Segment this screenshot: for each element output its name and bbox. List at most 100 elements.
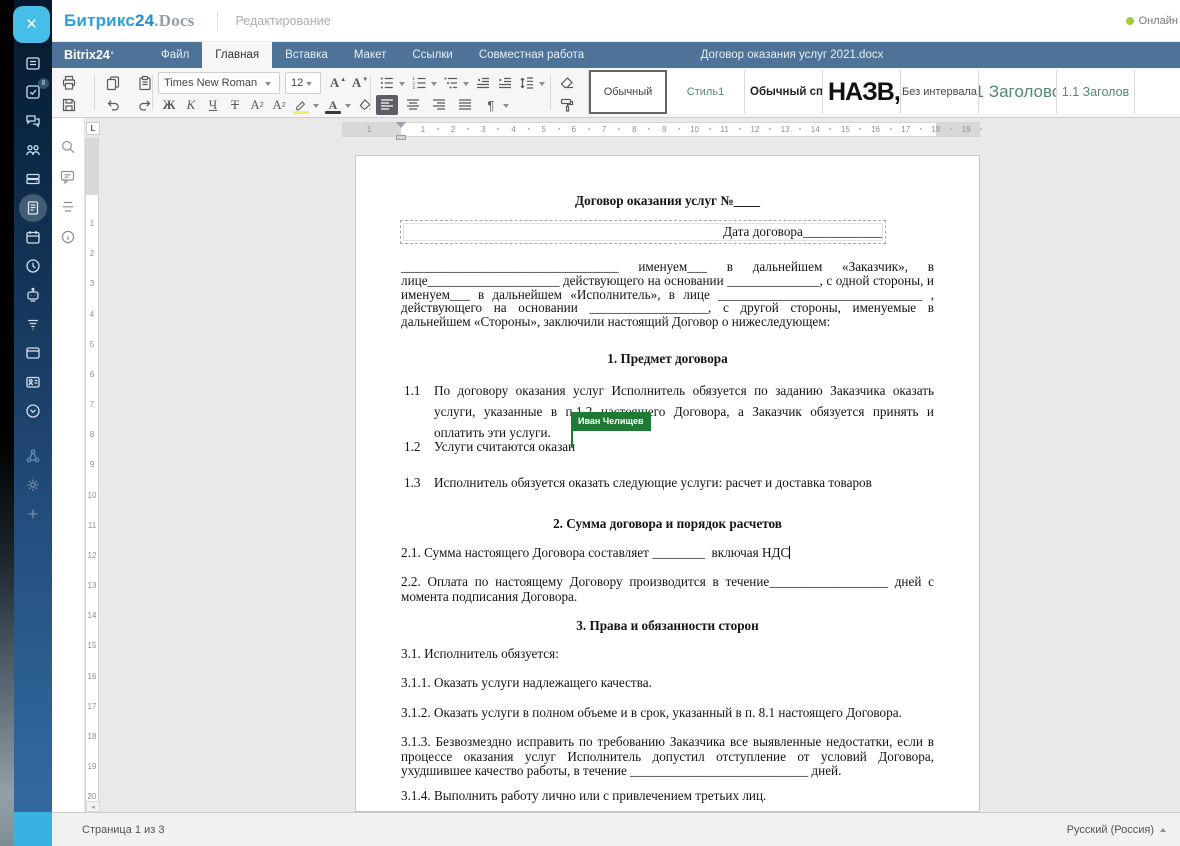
align-center-button[interactable] [402,95,424,115]
undo-button[interactable] [102,95,124,115]
style-partial[interactable] [1135,70,1180,114]
sidebar-item-time[interactable] [14,251,52,280]
chevron-down-icon [345,104,351,111]
ruler-number: 14 [86,611,98,620]
date-content-control[interactable]: Дата договора____________ [400,220,886,244]
ruler-tick [709,128,711,130]
tab-layout[interactable]: Макет [341,42,400,68]
sidebar-item-feed[interactable] [14,48,52,77]
increase-indent-button[interactable] [494,73,516,93]
paste-icon [137,75,153,91]
bullet-list-button[interactable] [376,73,398,93]
multilevel-list-button[interactable] [440,73,462,93]
decrease-indent-button[interactable] [472,73,494,93]
ruler-number: 20 [86,792,98,801]
first-line-indent-marker[interactable] [396,122,406,133]
sidebar-item-tasks[interactable]: 8 [14,77,52,106]
statusbar: Страница 1 из 3 Русский (Россия) [52,812,1180,846]
nonprinting-chars-button[interactable]: ¶ [480,95,502,115]
close-document-button[interactable]: × [13,6,50,43]
italic-button[interactable]: К [180,95,202,115]
save-button[interactable] [58,95,80,115]
style-normal[interactable]: Обычный [589,70,667,114]
style-heading2[interactable]: 1.1 Заголов [1057,70,1135,114]
align-left-button[interactable] [376,95,398,115]
menubar: Bitrix24° Файл Главная Вставка Макет Ссы… [52,42,1180,68]
style-heading1[interactable]: 1 Заголовс [979,70,1057,114]
left-indent-marker[interactable] [396,135,406,140]
sidebar-item-documents[interactable] [14,193,52,222]
desktop-edge [0,0,14,846]
ruler-number: 5 [534,125,554,134]
copy-button[interactable] [102,73,124,93]
tab-home[interactable]: Главная [202,42,272,68]
document-page[interactable]: Договор оказания услуг №____ Дата догово… [355,155,980,812]
ruler-number: 8 [86,430,98,439]
sidebar-item-sites[interactable] [14,338,52,367]
ruler-number: 10 [86,491,98,500]
highlight-color-bar [293,111,309,114]
sidebar-item-network[interactable] [14,441,52,470]
sidebar-item-more[interactable] [14,396,52,425]
underline-button[interactable]: Ч [202,95,224,115]
font-size-select[interactable]: 12 [285,72,321,94]
sidebar-item-settings[interactable] [14,470,52,499]
print-button[interactable] [58,73,80,93]
subscript-button[interactable]: A2 [268,95,290,115]
panel-comments-button[interactable] [55,162,81,192]
ruler-number: 14 [805,125,825,134]
horizontal-ruler[interactable]: 112345678910111213141516171819 [342,122,980,137]
toolbar-separator [550,75,551,110]
bold-button[interactable]: Ж [158,95,180,115]
sidebar-item-sales[interactable] [14,309,52,338]
sidebar-item-company[interactable] [14,367,52,396]
sidebar-item-crm[interactable] [14,280,52,309]
page-indicator[interactable]: Страница 1 из 3 [82,824,164,836]
ruler-number: 19 [956,125,976,134]
panel-feedback-button[interactable] [55,222,81,252]
font-name-select[interactable]: Times New Roman [158,72,280,94]
style-title[interactable]: НАЗВ, [823,70,901,114]
bitrix24-docs-logo: Битрикс24.Docs [64,11,195,31]
increase-font-button[interactable]: A▲ [327,73,349,93]
ruler-tick [890,128,892,130]
tab-stop-selector[interactable]: L [86,122,100,135]
style-style1[interactable]: Стиль1 [667,70,745,114]
paragraph-shading-button[interactable] [354,95,376,115]
strikethrough-button[interactable]: Т [224,95,246,115]
clear-style-button[interactable] [556,73,578,93]
editor-area[interactable]: L 112345678910111213141516171819 1234567… [85,118,1180,812]
justify-button[interactable] [454,95,476,115]
font-color-button[interactable]: A [322,95,344,115]
feed-icon [24,54,42,72]
ruler-tick [799,128,801,130]
sidebar-item-drive[interactable] [14,164,52,193]
sidebar-item-employees[interactable] [14,135,52,164]
highlight-color-button[interactable] [290,95,312,115]
format-painter-button[interactable] [556,95,578,115]
language-selector[interactable]: Русский (Россия) [1067,824,1166,836]
tab-file[interactable]: Файл [148,42,202,68]
ruler-number: 5 [86,340,98,349]
numbered-list-button[interactable]: 123 [408,73,430,93]
tab-references[interactable]: Ссылки [399,42,466,68]
save-icon [61,97,77,113]
tab-insert[interactable]: Вставка [272,42,341,68]
intro-paragraph: _________________________________ именуе… [401,260,934,329]
sidebar-item-calendar[interactable] [14,222,52,251]
tab-collaboration[interactable]: Совместная работа [466,42,597,68]
panel-navigation-button[interactable] [55,192,81,222]
style-normal-web[interactable]: Обычный спр [745,70,823,114]
line-spacing-button[interactable] [516,73,538,93]
vertical-ruler[interactable]: 1234567891011121314151617181920 [85,138,99,812]
scroll-left-button[interactable]: ◂ [86,801,100,812]
sidebar-item-add[interactable] [14,499,52,528]
sidebar-accent-block [14,812,52,846]
decrease-font-button[interactable]: A▼ [349,73,371,93]
align-right-button[interactable] [428,95,450,115]
sidebar-item-chat[interactable] [14,106,52,135]
ruler-number: 1 [86,219,98,228]
style-no-spacing[interactable]: Без интервала [901,70,979,114]
superscript-button[interactable]: A2 [246,95,268,115]
panel-search-button[interactable] [55,132,81,162]
